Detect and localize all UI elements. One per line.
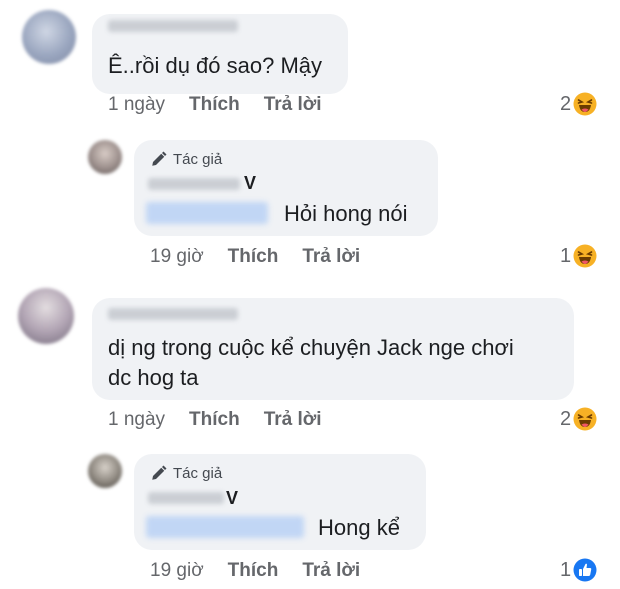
reply-bubble: Tác giả V Hong kể (134, 454, 426, 550)
replier-name-tail: V (226, 488, 239, 508)
author-badge: Tác giả (150, 150, 222, 168)
haha-emoji-icon (573, 407, 597, 431)
comment-bubble: dị ng trong cuộc kể chuyện Jack nge chơi… (92, 298, 574, 400)
reply-time[interactable]: 19 giờ (150, 560, 204, 582)
reaction-count: 1 (560, 558, 572, 581)
comment-text: Ê..rồi dụ đó sao? Mậy (108, 53, 323, 78)
reply-text-blurred (146, 202, 268, 224)
reply-button[interactable]: Trả lời (264, 94, 322, 116)
replier-name-blurred[interactable] (148, 178, 240, 190)
reaction-count: 2 (560, 92, 572, 115)
reply-button[interactable]: Trả lời (302, 560, 360, 582)
commenter-avatar[interactable] (22, 10, 76, 64)
pencil-icon (152, 151, 167, 166)
reaction-summary[interactable]: 1 (560, 244, 597, 268)
replier-avatar[interactable] (88, 454, 122, 488)
author-badge-label: Tác giả (173, 464, 223, 482)
replier-name-tail: V (244, 173, 257, 193)
reply-time[interactable]: 19 giờ (150, 246, 204, 268)
comment-time[interactable]: 1 ngày (108, 94, 165, 116)
author-badge-label: Tác giả (173, 150, 223, 168)
commenter-name-blurred[interactable] (108, 308, 238, 320)
reply-text: Hong kể (318, 515, 400, 540)
commenter-name-blurred[interactable] (108, 20, 238, 32)
comment-bubble: Ê..rồi dụ đó sao? Mậy (92, 14, 348, 94)
author-badge: Tác giả (150, 464, 222, 482)
replier-name-blurred[interactable] (148, 492, 224, 504)
reply-actions: 19 giờ Thích Trả lời (150, 560, 384, 582)
reaction-summary[interactable]: 1 (560, 558, 597, 582)
haha-emoji-icon (573, 92, 597, 116)
comment-text-line2: dc hog ta (108, 365, 199, 390)
reaction-summary[interactable]: 2 (560, 92, 597, 116)
reply-bubble: Tác giả V Hỏi hong nói (134, 140, 438, 236)
reaction-count: 1 (560, 244, 572, 267)
reaction-count: 2 (560, 407, 572, 430)
reply-text-blurred (146, 516, 304, 538)
comment-text-line1: dị ng trong cuộc kể chuyện Jack nge chơi (108, 335, 514, 360)
replier-avatar[interactable] (88, 140, 122, 174)
haha-emoji-icon (573, 244, 597, 268)
reply-actions: 19 giờ Thích Trả lời (150, 246, 384, 268)
reply-text: Hỏi hong nói (284, 201, 408, 226)
like-button[interactable]: Thích (228, 246, 279, 268)
comment-time[interactable]: 1 ngày (108, 409, 165, 431)
like-button[interactable]: Thích (189, 409, 240, 431)
comment-actions: 1 ngày Thích Trả lời (108, 409, 346, 431)
reaction-summary[interactable]: 2 (560, 407, 597, 431)
like-button[interactable]: Thích (228, 560, 279, 582)
like-button[interactable]: Thích (189, 94, 240, 116)
like-icon (573, 558, 597, 582)
comment-actions: 1 ngày Thích Trả lời (108, 94, 346, 116)
pencil-icon (152, 465, 167, 480)
commenter-avatar[interactable] (18, 288, 74, 344)
reply-button[interactable]: Trả lời (302, 246, 360, 268)
reply-button[interactable]: Trả lời (264, 409, 322, 431)
